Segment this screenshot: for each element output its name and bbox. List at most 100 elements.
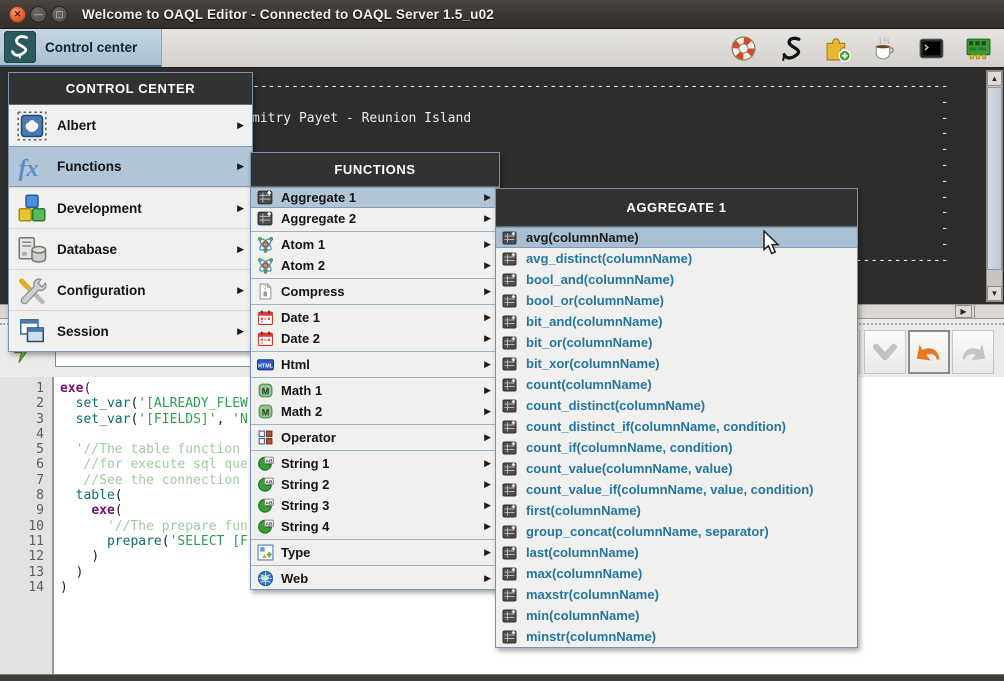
code-line[interactable]: set_var('[FIELDS]', 'N	[60, 412, 248, 427]
submenu-arrow-icon: ▶	[484, 521, 491, 532]
aggregate1-item-count[interactable]: count(columnName)	[496, 374, 857, 395]
menu-item-label: bit_or(columnName)	[526, 335, 652, 350]
aggregate1-item-group_concat[interactable]: group_concat(columnName, separator)	[496, 521, 857, 542]
scroll-down-icon[interactable]: ▼	[987, 286, 1002, 301]
aggregate1-item-maxstr[interactable]: maxstr(columnName)	[496, 584, 857, 605]
functions-item-aggregate-1[interactable]: Aggregate 1▶	[251, 187, 499, 208]
code-line[interactable]: )	[60, 565, 248, 580]
sidebar-item-configuration[interactable]: Configuration▶	[9, 269, 252, 310]
functions-item-string-1[interactable]: ABString 1▶	[251, 453, 499, 474]
aggregate1-item-bool_or[interactable]: bool_or(columnName)	[496, 290, 857, 311]
aggregate1-item-avg[interactable]: avg(columnName)	[496, 227, 857, 248]
code-line[interactable]: set_var('[ALREADY_FLEW	[60, 396, 248, 411]
coffee-icon[interactable]	[871, 35, 898, 62]
code-line[interactable]: table(	[60, 488, 248, 503]
functions-item-string-3[interactable]: ABString 3▶	[251, 495, 499, 516]
help-lifebuoy-icon[interactable]	[730, 35, 757, 62]
terminal-icon[interactable]	[918, 35, 945, 62]
code-line[interactable]: '//The prepare fun	[60, 519, 248, 534]
submenu-arrow-icon: ▶	[484, 406, 491, 417]
console-vertical-scrollbar[interactable]: ▲ ▼	[986, 70, 1003, 302]
scroll-right-icon[interactable]: ▶	[955, 305, 972, 318]
aggregate1-item-count_value[interactable]: count_value(columnName, value)	[496, 458, 857, 479]
functions-item-operator[interactable]: Operator▶	[251, 427, 499, 448]
aggregate1-item-max[interactable]: max(columnName)	[496, 563, 857, 584]
menu-item-label: count_value_if(columnName, value, condit…	[526, 482, 814, 497]
sidebar-item-database[interactable]: Database▶	[9, 228, 252, 269]
functions-item-aggregate-2[interactable]: Aggregate 2▶	[251, 208, 499, 229]
submenu-arrow-icon: ▶	[484, 239, 491, 250]
aggregate1-item-bit_or[interactable]: bit_or(columnName)	[496, 332, 857, 353]
scroll-up-icon[interactable]: ▲	[987, 71, 1002, 86]
aggregate1-item-count_value_if[interactable]: count_value_if(columnName, value, condit…	[496, 479, 857, 500]
code-line[interactable]: )	[60, 580, 248, 595]
code-line[interactable]: '//The table function	[60, 442, 248, 457]
menu-item-label: first(columnName)	[526, 503, 641, 518]
minimize-icon[interactable]: —	[30, 6, 47, 23]
code-line[interactable]: prepare('SELECT [F	[60, 534, 248, 549]
aggregate1-item-count_if[interactable]: count_if(columnName, condition)	[496, 437, 857, 458]
aggregate1-item-first[interactable]: first(columnName)	[496, 500, 857, 521]
submenu-arrow-icon: ▶	[484, 500, 491, 511]
aggregate1-item-last[interactable]: last(columnName)	[496, 542, 857, 563]
network-card-icon[interactable]	[965, 35, 992, 62]
code-line[interactable]: //for execute sql que	[60, 457, 248, 472]
menu-aggregate1-title: AGGREGATE 1	[496, 189, 857, 227]
submenu-arrow-icon: ▶	[484, 359, 491, 370]
redo-button[interactable]	[952, 330, 994, 374]
aggregate1-item-count_distinct[interactable]: count_distinct(columnName)	[496, 395, 857, 416]
menu-item-label: min(columnName)	[526, 608, 639, 623]
functions-item-atom-2[interactable]: Atom 2▶	[251, 255, 499, 276]
sidebar-item-functions[interactable]: fxFunctions▶	[9, 146, 252, 187]
functions-item-math-1[interactable]: MMath 1▶	[251, 380, 499, 401]
functions-item-string-2[interactable]: ABString 2▶	[251, 474, 499, 495]
code-line[interactable]: exe(	[60, 503, 248, 518]
scrollbar-thumb[interactable]	[987, 87, 1002, 270]
sidebar-item-session[interactable]: Session▶	[9, 310, 252, 351]
code-line[interactable]: )	[60, 549, 248, 564]
control-center-button[interactable]: Control center	[0, 29, 162, 67]
functions-item-date-2[interactable]: Date 2▶	[251, 328, 499, 349]
math-icon: M	[257, 403, 274, 420]
compress-icon	[257, 283, 274, 300]
type-icon	[257, 544, 274, 561]
aggregate1-item-avg_distinct[interactable]: avg_distinct(columnName)	[496, 248, 857, 269]
oaql-editor-window: { "window": { "title": "Welcome to OAQL …	[0, 0, 1004, 681]
code-text[interactable]: exe( set_var('[ALREADY_FLEW set_var('[FI…	[60, 381, 248, 595]
aggregate1-item-bit_and[interactable]: bit_and(columnName)	[496, 311, 857, 332]
plugin-add-icon[interactable]	[824, 35, 851, 62]
code-line[interactable]	[60, 427, 248, 442]
aggregate-icon	[502, 461, 518, 477]
window-controls: ✕ — ▢	[9, 6, 68, 23]
functions-item-web[interactable]: Web▶	[251, 568, 499, 589]
sidebar-item-albert[interactable]: Albert▶	[9, 105, 252, 146]
undo-button[interactable]	[908, 330, 950, 374]
snake-icon[interactable]	[777, 35, 804, 62]
submenu-arrow-icon: ▶	[237, 161, 244, 172]
aggregate1-item-bool_and[interactable]: bool_and(columnName)	[496, 269, 857, 290]
code-line[interactable]: //See the connection	[60, 473, 248, 488]
undo-arrow-icon	[914, 337, 944, 367]
aggregate1-item-min[interactable]: min(columnName)	[496, 605, 857, 626]
functions-item-string-4[interactable]: ABString 4▶	[251, 516, 499, 537]
aggregate-icon	[502, 293, 518, 309]
code-line[interactable]: exe(	[60, 381, 248, 396]
svg-text:fx: fx	[19, 156, 39, 182]
aggregate-icon	[502, 608, 518, 624]
aggregate-icon	[502, 629, 518, 645]
functions-item-date-1[interactable]: Date 1▶	[251, 307, 499, 328]
aggregate1-item-count_distinct_if[interactable]: count_distinct_if(columnName, condition)	[496, 416, 857, 437]
submenu-arrow-icon: ▶	[484, 458, 491, 469]
collapse-button[interactable]	[864, 330, 906, 374]
functions-item-compress[interactable]: Compress▶	[251, 281, 499, 302]
aggregate1-item-bit_xor[interactable]: bit_xor(columnName)	[496, 353, 857, 374]
sidebar-item-development[interactable]: Development▶	[9, 187, 252, 228]
close-icon[interactable]: ✕	[9, 6, 26, 23]
menu-item-label: Web	[281, 571, 308, 586]
functions-item-math-2[interactable]: MMath 2▶	[251, 401, 499, 422]
aggregate1-item-minstr[interactable]: minstr(columnName)	[496, 626, 857, 647]
functions-item-type[interactable]: Type▶	[251, 542, 499, 563]
functions-item-html[interactable]: HTMLHtml▶	[251, 354, 499, 375]
maximize-icon[interactable]: ▢	[51, 6, 68, 23]
functions-item-atom-1[interactable]: Atom 1▶	[251, 234, 499, 255]
